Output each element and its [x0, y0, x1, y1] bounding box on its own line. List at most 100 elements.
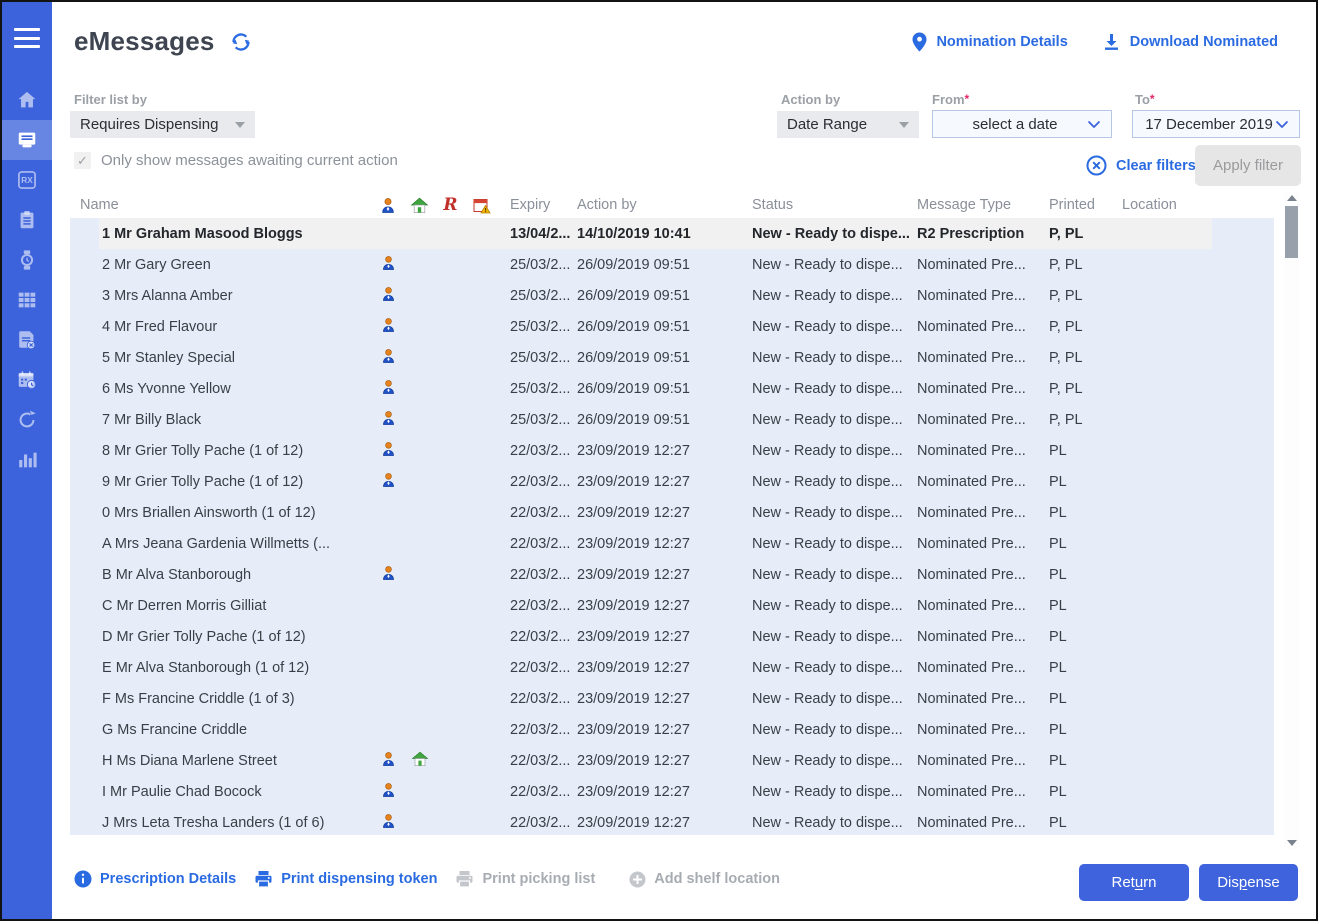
row-status: New - Ready to dispe...: [752, 629, 917, 645]
sidebar-item-sync[interactable]: [2, 400, 52, 440]
column-header-name[interactable]: Name: [70, 197, 372, 213]
watch-icon: [16, 249, 38, 271]
table-row[interactable]: H Ms Diana Marlene Street 22/03/2... 23/…: [70, 745, 1274, 776]
sidebar-item-home[interactable]: [2, 80, 52, 120]
filter-list-by-label: Filter list by: [74, 92, 147, 107]
patient-icon: [381, 317, 396, 337]
column-header-expiry[interactable]: Expiry: [497, 197, 577, 213]
table-row[interactable]: B Mr Alva Stanborough 22/03/2... 23/09/2…: [70, 559, 1274, 590]
sidebar-item-grid[interactable]: [2, 280, 52, 320]
sidebar-item-document-cancel[interactable]: [2, 320, 52, 360]
row-status: New - Ready to dispe...: [752, 753, 917, 769]
prescription-details-button[interactable]: Prescription Details: [74, 870, 236, 888]
caret-down-icon: [235, 122, 245, 128]
row-patient-name: 8 Mr Grier Tolly Pache (1 of 12): [70, 443, 372, 459]
row-patient-name: A Mrs Jeana Gardenia Willmetts (...: [70, 536, 372, 552]
column-header-location[interactable]: Location: [1122, 197, 1274, 213]
table-row[interactable]: 2 Mr Gary Green 25/03/2... 26/09/2019 09…: [70, 249, 1274, 280]
table-row[interactable]: 4 Mr Fred Flavour 25/03/2... 26/09/2019 …: [70, 311, 1274, 342]
dispense-button[interactable]: Dispense: [1199, 864, 1298, 901]
svg-text:RX: RX: [21, 176, 33, 185]
emessages-icon: [16, 129, 38, 151]
table-row[interactable]: G Ms Francine Criddle 22/03/2... 23/09/2…: [70, 714, 1274, 745]
row-patient-name: E Mr Alva Stanborough (1 of 12): [70, 660, 372, 676]
row-expiry: 22/03/2...: [497, 784, 577, 800]
clear-filters-button[interactable]: Clear filters: [1086, 155, 1196, 176]
sidebar-item-clipboard[interactable]: [2, 200, 52, 240]
menu-icon[interactable]: [14, 28, 40, 48]
table-row[interactable]: 3 Mrs Alanna Amber 25/03/2... 26/09/2019…: [70, 280, 1274, 311]
to-date-select[interactable]: 17 December 2019: [1132, 110, 1300, 138]
filter-list-by-select[interactable]: Requires Dispensing: [70, 111, 255, 138]
table-row[interactable]: A Mrs Jeana Gardenia Willmetts (... 22/0…: [70, 528, 1274, 559]
printer-icon: [455, 870, 474, 888]
sidebar-item-reports[interactable]: [2, 440, 52, 480]
row-patient-name: 0 Mrs Briallen Ainsworth (1 of 12): [70, 505, 372, 521]
awaiting-action-checkbox[interactable]: ✓: [74, 152, 91, 169]
page-title: eMessages: [74, 26, 215, 57]
row-expiry: 25/03/2...: [497, 288, 577, 304]
row-status: New - Ready to dispe...: [752, 319, 917, 335]
table-row[interactable]: J Mrs Leta Tresha Landers (1 of 6) 22/03…: [70, 807, 1274, 835]
table-row[interactable]: D Mr Grier Tolly Pache (1 of 12) 22/03/2…: [70, 621, 1274, 652]
column-header-printed[interactable]: Printed: [1049, 197, 1122, 213]
print-picking-list-button[interactable]: Print picking list: [455, 870, 595, 888]
return-button[interactable]: Return: [1079, 864, 1189, 901]
patient-icon: [381, 565, 396, 585]
row-message-type: Nominated Pre...: [917, 629, 1049, 645]
apply-filter-button[interactable]: Apply filter: [1195, 145, 1301, 186]
scroll-up-icon[interactable]: [1284, 192, 1299, 204]
add-shelf-location-button[interactable]: Add shelf location: [629, 871, 780, 888]
row-printed: PL: [1049, 660, 1122, 676]
calendar-clock-icon: [16, 369, 38, 391]
table-row[interactable]: 1 Mr Graham Masood Bloggs 13/04/2... 14/…: [70, 218, 1274, 249]
add-shelf-location-label: Add shelf location: [654, 871, 780, 887]
table-row[interactable]: F Ms Francine Criddle (1 of 3) 22/03/2..…: [70, 683, 1274, 714]
repeat-prescription-column-icon[interactable]: R: [435, 197, 466, 214]
scroll-down-icon[interactable]: [1284, 837, 1299, 849]
column-header-status[interactable]: Status: [752, 197, 917, 213]
column-header-message-type[interactable]: Message Type: [917, 197, 1049, 213]
action-by-value: Date Range: [787, 116, 867, 133]
row-action-by: 23/09/2019 12:27: [577, 753, 752, 769]
column-header-action-by[interactable]: Action by: [577, 197, 752, 213]
from-date-select[interactable]: select a date: [932, 110, 1112, 138]
table-row[interactable]: 5 Mr Stanley Special 25/03/2... 26/09/20…: [70, 342, 1274, 373]
row-printed: PL: [1049, 691, 1122, 707]
table-row[interactable]: C Mr Derren Morris Gilliat 22/03/2... 23…: [70, 590, 1274, 621]
print-dispensing-token-button[interactable]: Print dispensing token: [254, 870, 437, 888]
table-row[interactable]: 7 Mr Billy Black 25/03/2... 26/09/2019 0…: [70, 404, 1274, 435]
table-row[interactable]: 6 Ms Yvonne Yellow 25/03/2... 26/09/2019…: [70, 373, 1274, 404]
info-icon: [74, 870, 92, 888]
sidebar-item-rx[interactable]: RX: [2, 160, 52, 200]
table-row[interactable]: 8 Mr Grier Tolly Pache (1 of 12) 22/03/2…: [70, 435, 1274, 466]
sidebar-item-calendar-clock[interactable]: [2, 360, 52, 400]
table-row[interactable]: 9 Mr Grier Tolly Pache (1 of 12) 22/03/2…: [70, 466, 1274, 497]
row-action-by: 23/09/2019 12:27: [577, 691, 752, 707]
row-patient-name: 3 Mrs Alanna Amber: [70, 288, 372, 304]
row-printed: PL: [1049, 474, 1122, 490]
action-by-select[interactable]: Date Range: [777, 111, 919, 138]
care-home-icon: [412, 751, 428, 771]
row-patient-name: 4 Mr Fred Flavour: [70, 319, 372, 335]
row-status: New - Ready to dispe...: [752, 381, 917, 397]
row-status: New - Ready to dispe...: [752, 598, 917, 614]
sidebar-item-emessages[interactable]: [2, 120, 52, 160]
patient-column-icon[interactable]: [372, 197, 404, 214]
download-nominated-link[interactable]: Download Nominated: [1102, 32, 1278, 51]
sidebar-item-watch[interactable]: [2, 240, 52, 280]
row-printed: PL: [1049, 722, 1122, 738]
care-home-column-icon[interactable]: [404, 197, 435, 214]
table-row[interactable]: E Mr Alva Stanborough (1 of 12) 22/03/2.…: [70, 652, 1274, 683]
row-action-by: 23/09/2019 12:27: [577, 784, 752, 800]
row-status: New - Ready to dispe...: [752, 226, 917, 242]
row-printed: PL: [1049, 598, 1122, 614]
table-row[interactable]: 0 Mrs Briallen Ainsworth (1 of 12) 22/03…: [70, 497, 1274, 528]
refresh-icon[interactable]: [229, 30, 253, 54]
vertical-scrollbar[interactable]: [1284, 192, 1299, 849]
scrollbar-thumb[interactable]: [1285, 206, 1298, 258]
bar-chart-icon: [16, 449, 38, 471]
expiry-warning-column-icon[interactable]: [466, 197, 497, 214]
nomination-details-link[interactable]: Nomination Details: [912, 32, 1067, 52]
table-row[interactable]: I Mr Paulie Chad Bocock 22/03/2... 23/09…: [70, 776, 1274, 807]
